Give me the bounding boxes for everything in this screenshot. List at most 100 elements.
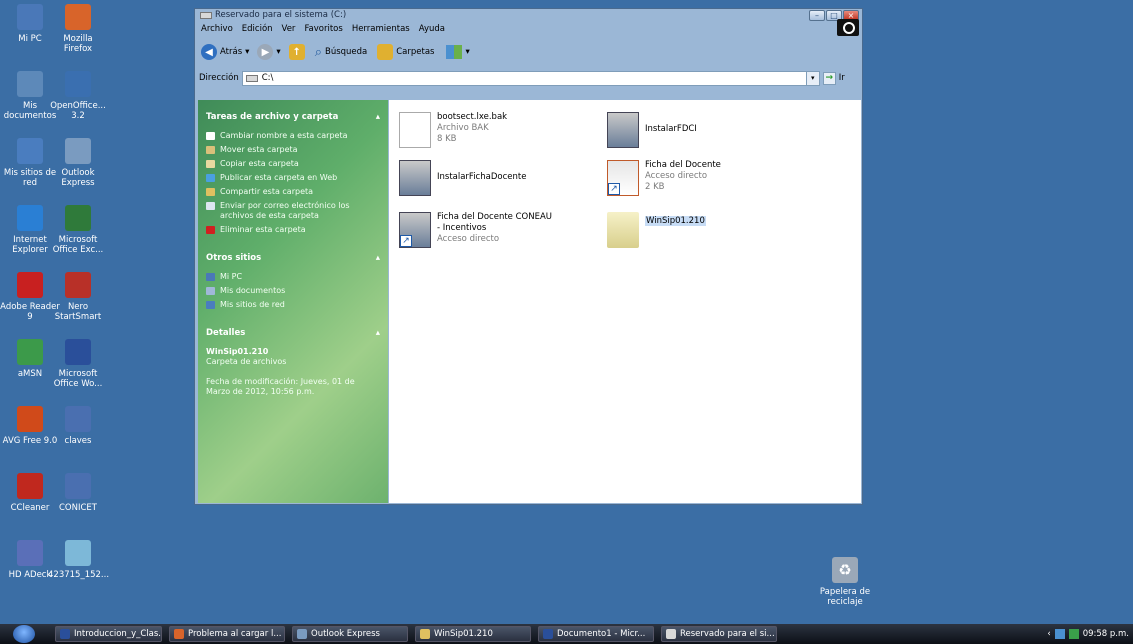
menu-archivo[interactable]: Archivo — [201, 22, 233, 36]
back-dropdown-icon[interactable]: ▾ — [245, 47, 249, 57]
network-tray-icon[interactable] — [1054, 629, 1065, 639]
forward-dropdown-icon[interactable]: ▾ — [276, 47, 280, 57]
file-item[interactable]: ↗ Ficha del Docente Acceso directo 2 KB — [607, 160, 721, 196]
word-icon — [65, 339, 91, 365]
menu-favoritos[interactable]: Favoritos — [304, 22, 342, 36]
forward-button[interactable]: ▶ ▾ — [257, 44, 281, 60]
file-item-selected[interactable]: WinSip01.210 — [607, 212, 706, 248]
desktop-icon-label: OpenOffice... 3.2 — [50, 101, 106, 121]
file-name: InstalarFichaDocente — [437, 172, 527, 182]
task-label: Compartir esta carpeta — [220, 187, 314, 196]
taskbar-button-label: Introduccion_y_Clas... — [74, 629, 162, 639]
desktop-icon[interactable]: Nero StartSmart — [48, 272, 108, 322]
internet-explorer-icon — [17, 205, 43, 231]
details-content: WinSip01.210 Carpeta de archivos Fecha d… — [206, 347, 380, 397]
file-item[interactable]: ↗ Ficha del Docente CONEAU - Incentivos … — [399, 212, 557, 248]
views-button[interactable]: ▾ — [446, 45, 470, 59]
shortcut-arrow-icon: ↗ — [608, 183, 620, 195]
address-dropdown-icon[interactable]: ▾ — [805, 71, 819, 85]
desktop-icon[interactable]: Microsoft Office Exc... — [48, 205, 108, 255]
file-name: Ficha del Docente CONEAU - Incentivos — [437, 212, 552, 233]
folders-button[interactable]: Carpetas — [377, 44, 434, 60]
network-icon — [17, 138, 43, 164]
menu-edicion[interactable]: Edición — [242, 22, 273, 36]
address-label: Dirección — [199, 73, 239, 83]
file-size: 8 KB — [437, 134, 457, 144]
task-link[interactable]: Eliminar esta carpeta — [206, 225, 380, 235]
desktop-icon[interactable]: OpenOffice... 3.2 — [48, 71, 108, 121]
taskbar: Introduccion_y_Clas... Problema al cargar… — [0, 624, 1133, 644]
toolbar: ◀ Atrás ▾ ▶ ▾ ↑ ⌕ Búsqueda Carpetas ▾ — [195, 36, 862, 68]
desktop-icon[interactable]: claves — [48, 406, 108, 446]
minimize-button[interactable]: – — [809, 10, 825, 21]
other-places-header[interactable]: Otros sitios ▴ — [206, 249, 380, 263]
clock[interactable]: 09:58 p.m. — [1083, 629, 1129, 639]
taskbar-button-label: Problema al cargar l... — [188, 629, 282, 639]
desktop-icon-label: 423715_152... — [48, 570, 110, 580]
file-item[interactable]: bootsect.lxe.bak Archivo BAK 8 KB — [399, 112, 507, 148]
recycle-bin[interactable]: ♻ Papelera de reciclaje — [815, 557, 875, 607]
desktop-icon-label: Nero StartSmart — [54, 302, 102, 322]
desktop-icon[interactable]: Mozilla Firefox — [48, 4, 108, 54]
installer-icon — [607, 112, 639, 148]
go-button[interactable]: → Ir — [822, 71, 845, 85]
task-link[interactable]: Mis documentos — [206, 286, 380, 296]
task-link[interactable]: Cambiar nombre a esta carpeta — [206, 131, 380, 141]
taskbar-button[interactable]: WinSip01.210 — [415, 626, 531, 642]
menu-herramientas[interactable]: Herramientas — [352, 22, 410, 36]
task-label: Copiar esta carpeta — [220, 159, 299, 168]
avg-icon — [17, 406, 43, 432]
taskbar-button[interactable]: Reservado para el si... — [661, 626, 777, 642]
forward-arrow-icon: ▶ — [257, 44, 274, 60]
back-label: Atrás — [220, 47, 243, 57]
file-name: bootsect.lxe.bak — [437, 112, 508, 122]
explorer-window[interactable]: Reservado para el sistema (C:) – □ × Arc… — [194, 8, 863, 505]
desktop-icon-label: Microsoft Office Wo... — [53, 369, 103, 389]
start-button[interactable] — [0, 624, 48, 644]
shortcut-document-icon: ↗ — [607, 160, 639, 196]
task-link[interactable]: Mis sitios de red — [206, 300, 380, 310]
menu-ver[interactable]: Ver — [282, 22, 296, 36]
task-link[interactable]: Mover esta carpeta — [206, 145, 380, 155]
desktop-icon-label: Outlook Express — [61, 168, 95, 188]
desktop-icon[interactable]: 423715_152... — [48, 540, 110, 580]
collapse-icon[interactable]: ▴ — [376, 253, 380, 263]
task-link[interactable]: Enviar por correo electrónico los archiv… — [206, 201, 380, 221]
file-list[interactable]: bootsect.lxe.bak Archivo BAK 8 KB Instal… — [389, 100, 861, 503]
desktop-icon-label: HD ADeck — [8, 570, 52, 580]
shortcut-installer-icon: ↗ — [399, 212, 431, 248]
task-icon — [206, 188, 215, 196]
file-item[interactable]: InstalarFichaDocente — [399, 160, 526, 196]
taskbar-button[interactable]: Introduccion_y_Clas... — [55, 626, 162, 642]
collapse-icon[interactable]: ▴ — [376, 328, 380, 338]
taskbar-button[interactable]: Problema al cargar l... — [169, 626, 285, 642]
taskbar-button-label: Reservado para el si... — [680, 629, 775, 639]
tray-expand-icon[interactable]: ‹ — [1047, 629, 1050, 639]
taskbar-button-label: WinSip01.210 — [434, 629, 493, 639]
search-button[interactable]: ⌕ Búsqueda — [315, 45, 368, 60]
taskbar-app-icon — [666, 629, 676, 639]
details-header[interactable]: Detalles ▴ — [206, 324, 380, 338]
desktop-icon[interactable]: CONICET — [48, 473, 108, 513]
desktop-icon[interactable]: Microsoft Office Wo... — [48, 339, 108, 389]
desktop-icon-label: CCleaner — [10, 503, 50, 513]
file-tasks-header[interactable]: Tareas de archivo y carpeta ▴ — [206, 108, 380, 122]
taskbar-button[interactable]: Documento1 - Micr... — [538, 626, 654, 642]
taskbar-button[interactable]: Outlook Express — [292, 626, 408, 642]
drive-icon — [245, 74, 258, 82]
task-link[interactable]: Copiar esta carpeta — [206, 159, 380, 169]
other-places-title: Otros sitios — [206, 253, 262, 263]
desktop-icon[interactable]: Outlook Express — [48, 138, 108, 188]
task-link[interactable]: Compartir esta carpeta — [206, 187, 380, 197]
collapse-icon[interactable]: ▴ — [376, 112, 380, 122]
security-tray-icon[interactable] — [1068, 629, 1079, 639]
task-link[interactable]: Publicar esta carpeta en Web — [206, 173, 380, 183]
task-link[interactable]: Mi PC — [206, 272, 380, 282]
address-input[interactable]: C:\ ▾ — [241, 70, 820, 86]
up-folder-button[interactable]: ↑ — [288, 44, 305, 60]
back-button[interactable]: ◀ Atrás ▾ — [201, 44, 249, 60]
title-bar[interactable]: Reservado para el sistema (C:) – □ × — [195, 9, 862, 22]
computer-icon — [17, 4, 43, 30]
menu-ayuda[interactable]: Ayuda — [419, 22, 445, 36]
file-item[interactable]: InstalarFDCI — [607, 112, 697, 148]
